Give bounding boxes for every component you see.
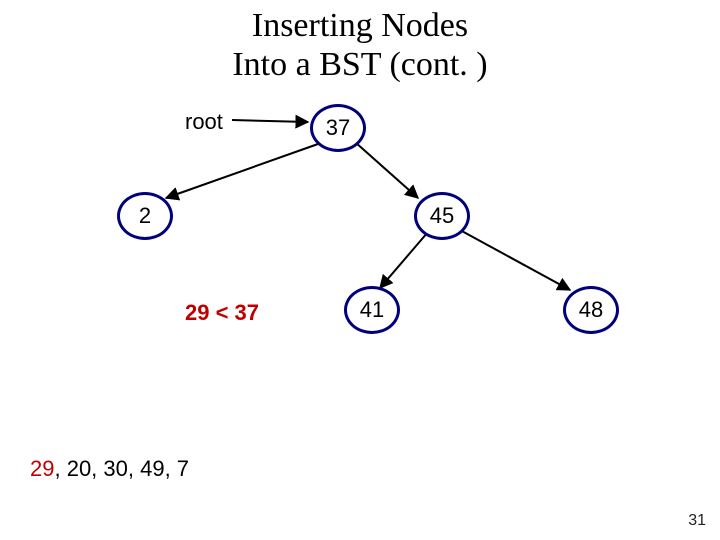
tree-node-48: 48 xyxy=(563,286,619,334)
title-line-1: Inserting Nodes xyxy=(252,7,468,44)
slide-title: Inserting Nodes Into a BST (cont. ) xyxy=(0,6,720,84)
edge-37-to-45 xyxy=(355,142,418,198)
edge-37-to-2 xyxy=(166,144,318,198)
slide: Inserting Nodes Into a BST (cont. ) root… xyxy=(0,0,720,540)
node-value: 37 xyxy=(326,115,350,141)
tree-node-2: 2 xyxy=(117,192,173,240)
comparison-text: 29 < 37 xyxy=(185,300,259,326)
insertion-queue: 29, 20, 30, 49, 7 xyxy=(30,456,189,482)
tree-node-37: 37 xyxy=(310,104,366,152)
node-value: 48 xyxy=(579,297,603,323)
node-value: 2 xyxy=(139,203,151,229)
node-value: 45 xyxy=(430,203,454,229)
queue-current: 29 xyxy=(30,456,54,481)
root-label: root xyxy=(185,109,223,135)
edge-45-to-48 xyxy=(460,230,570,290)
tree-node-45: 45 xyxy=(414,192,470,240)
title-line-2: Into a BST (cont. ) xyxy=(232,46,487,83)
edge-root-to-37 xyxy=(232,120,308,122)
edge-45-to-41 xyxy=(380,232,428,288)
page-number: 31 xyxy=(688,512,706,530)
node-value: 41 xyxy=(360,297,384,323)
tree-node-41: 41 xyxy=(344,286,400,334)
queue-rest: , 20, 30, 49, 7 xyxy=(54,456,189,481)
